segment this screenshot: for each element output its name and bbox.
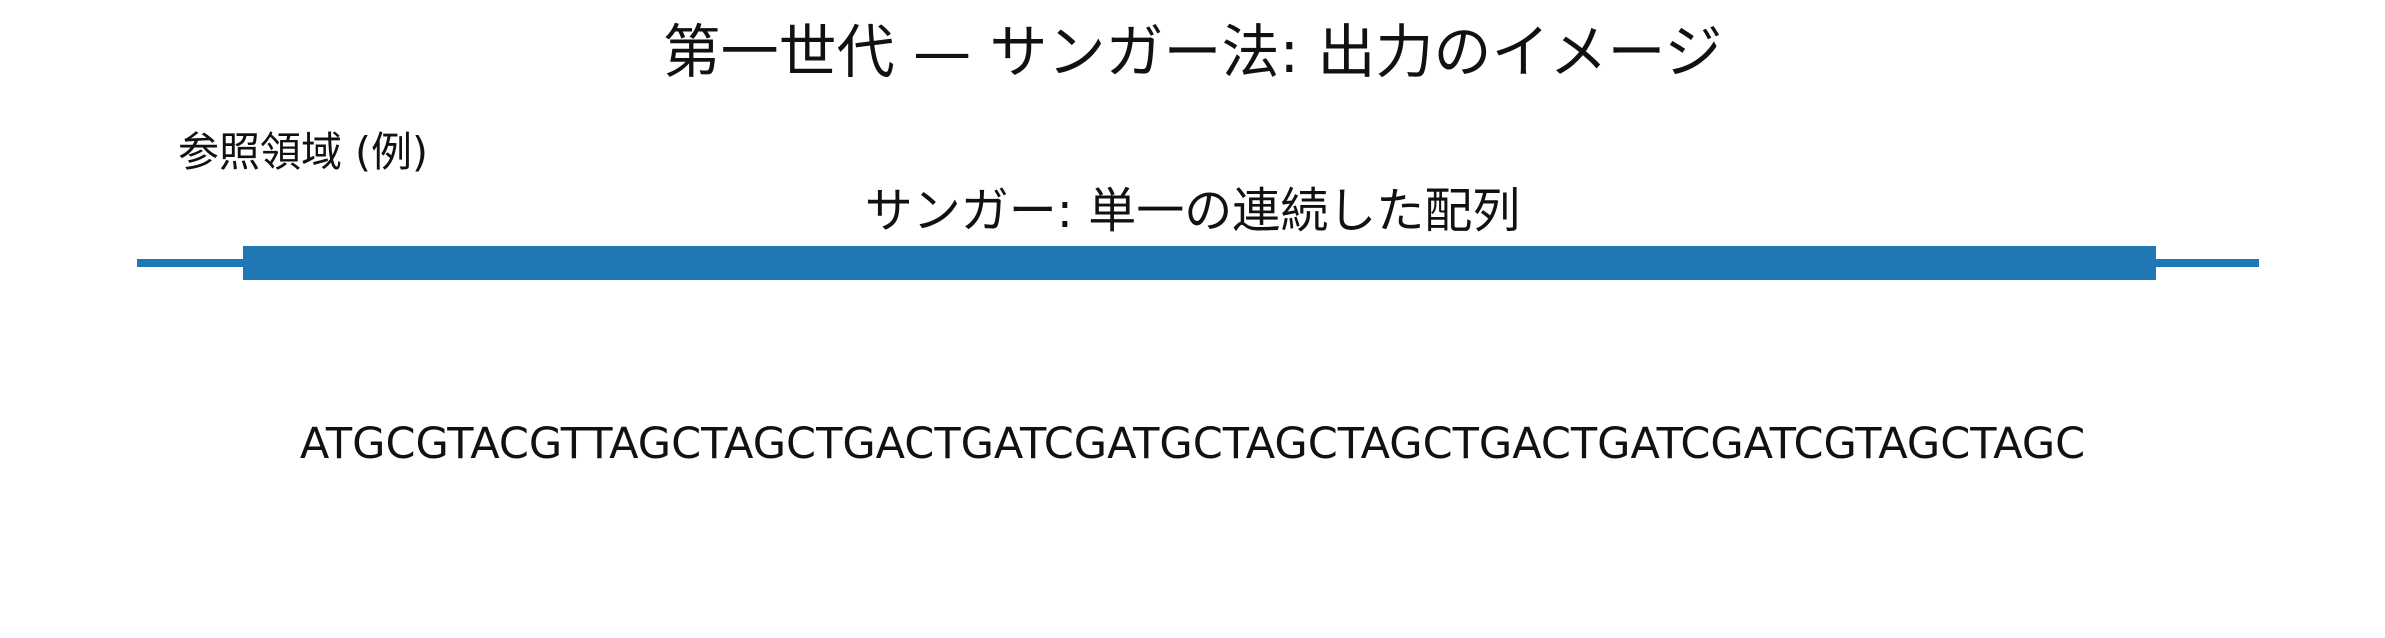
sanger-read-label: サンガー: 単一の連続した配列 bbox=[864, 183, 1521, 239]
page-title: 第一世代 — サンガー法: 出力のイメージ bbox=[662, 18, 1723, 86]
sanger-read-bar bbox=[243, 246, 2156, 280]
reference-region-label: 参照領域 (例) bbox=[178, 128, 429, 176]
sanger-output-diagram: 第一世代 — サンガー法: 出力のイメージ 参照領域 (例) サンガー: 単一の… bbox=[0, 0, 2385, 638]
dna-sequence: ATGCGTACGTTAGCTAGCTGACTGATCGATGCTAGCTAGC… bbox=[299, 419, 2086, 469]
